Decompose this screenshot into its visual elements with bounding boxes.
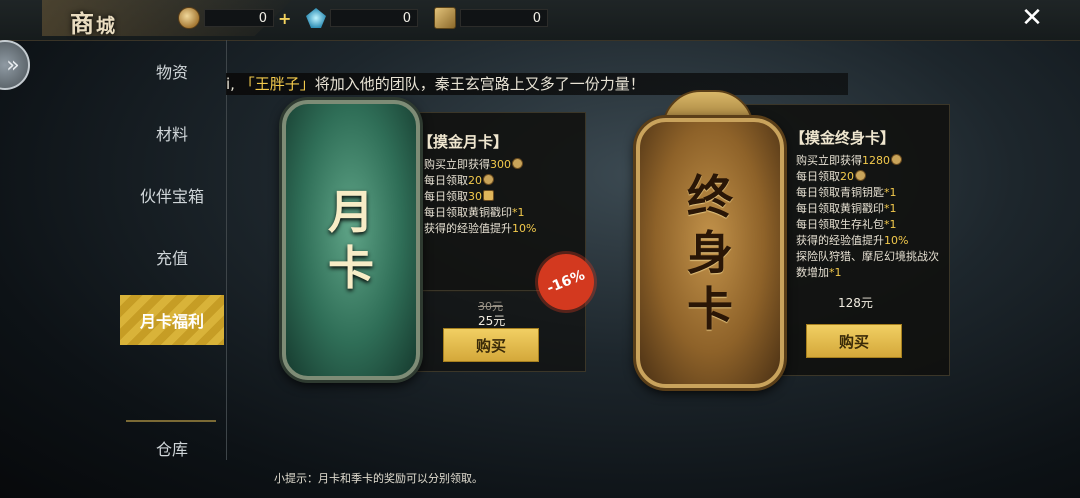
monthly-card-buy-button[interactable]: 购买	[443, 328, 539, 362]
page-title: 商城	[70, 4, 117, 39]
monthly-card-price: 25元	[478, 314, 506, 328]
sidebar-item-recharge[interactable]: 充值	[120, 232, 224, 282]
monthly-card-plaque: 月 卡	[282, 100, 420, 380]
ticker-text: 将加入他的团队，秦王玄宫路上又多了一份力量！	[314, 75, 645, 93]
scroll-icon	[434, 7, 456, 29]
perk-item: 获得的经验值提升10%	[424, 222, 537, 235]
scroll-count: 0	[460, 9, 548, 27]
sidebar-item-monthly-card[interactable]: 月卡福利	[120, 295, 224, 345]
lifetime-card-plaque: 终 身 卡	[636, 118, 784, 388]
ticker-highlight: 「王胖子」	[239, 75, 315, 93]
perk-item: 每日领取黄铜戳印*1	[796, 202, 897, 215]
plaque-char: 卡	[328, 241, 374, 295]
lifetime-card-perks: 购买立即获得1280 每日领取20 每日领取青铜钥匙*1 每日领取黄铜戳印*1 …	[796, 153, 939, 281]
perk-item: 每日领取黄铜戳印*1	[424, 206, 525, 219]
sidebar-divider	[126, 420, 216, 422]
news-ticker: i, 「王胖子」将加入他的团队，秦王玄宫路上又多了一份力量！	[226, 73, 848, 95]
coin-icon	[855, 170, 866, 181]
perk-item: 每日领取20	[424, 173, 536, 189]
stamina-icon	[483, 190, 494, 201]
add-coins-button[interactable]: +	[278, 9, 291, 28]
title-sub: 城	[96, 15, 118, 37]
perk-item: 每日领取30	[424, 189, 536, 205]
plaque-char: 终	[687, 170, 733, 224]
coin-icon	[891, 154, 902, 165]
monthly-card-perks: 购买立即获得300 每日领取20 每日领取30 每日领取黄铜戳印*1 获得的经验…	[424, 157, 536, 237]
plaque-char: 身	[687, 226, 733, 280]
perk-item: 每日领取生存礼包*1	[796, 218, 897, 231]
lifetime-card-title: 【摸金终身卡】	[790, 129, 896, 147]
perk-item: 数增加*1	[796, 266, 842, 279]
gem-icon	[306, 8, 326, 28]
currency-scrolls: 0	[434, 7, 548, 29]
tip-text: 小提示：月卡和季卡的奖励可以分别领取。	[274, 472, 483, 485]
sidebar-item-warehouse[interactable]: 仓库	[120, 423, 224, 473]
sidebar-item-supplies[interactable]: 物资	[120, 46, 224, 96]
perk-item: 每日领取青铜钥匙*1	[796, 186, 897, 199]
coin-icon	[483, 174, 494, 185]
coin-count: 0	[204, 9, 274, 27]
lifetime-card-buy-button[interactable]: 购买	[806, 324, 902, 358]
perk-item: 每日领取20	[796, 169, 939, 185]
sidebar: 物资 材料 伙伴宝箱 充值 月卡福利 仓库	[120, 40, 227, 460]
lifetime-card-price: 128元	[838, 296, 873, 310]
currency-gems: 0	[306, 8, 418, 28]
coin-icon	[512, 158, 523, 169]
sidebar-item-partner-chest[interactable]: 伙伴宝箱	[120, 170, 224, 220]
plaque-char: 月	[328, 185, 374, 239]
perk-item: 探险队狩猎、摩尼幻境挑战次	[796, 250, 939, 263]
back-button[interactable]: »	[0, 40, 30, 90]
ticker-lead: i,	[226, 75, 240, 93]
gem-count: 0	[330, 9, 418, 27]
perk-item: 购买立即获得300	[424, 157, 536, 173]
plaque-char: 卡	[687, 282, 733, 336]
title-main: 商	[70, 9, 96, 38]
perk-item: 获得的经验值提升10%	[796, 234, 909, 247]
coin-icon	[178, 7, 200, 29]
close-button[interactable]: ✕	[1020, 5, 1044, 31]
double-chevron-icon: »	[6, 52, 20, 78]
currency-coins: 0 +	[178, 7, 291, 29]
monthly-card-title: 【摸金月卡】	[418, 133, 509, 151]
sidebar-item-materials[interactable]: 材料	[120, 108, 224, 158]
perk-item: 购买立即获得1280	[796, 153, 939, 169]
